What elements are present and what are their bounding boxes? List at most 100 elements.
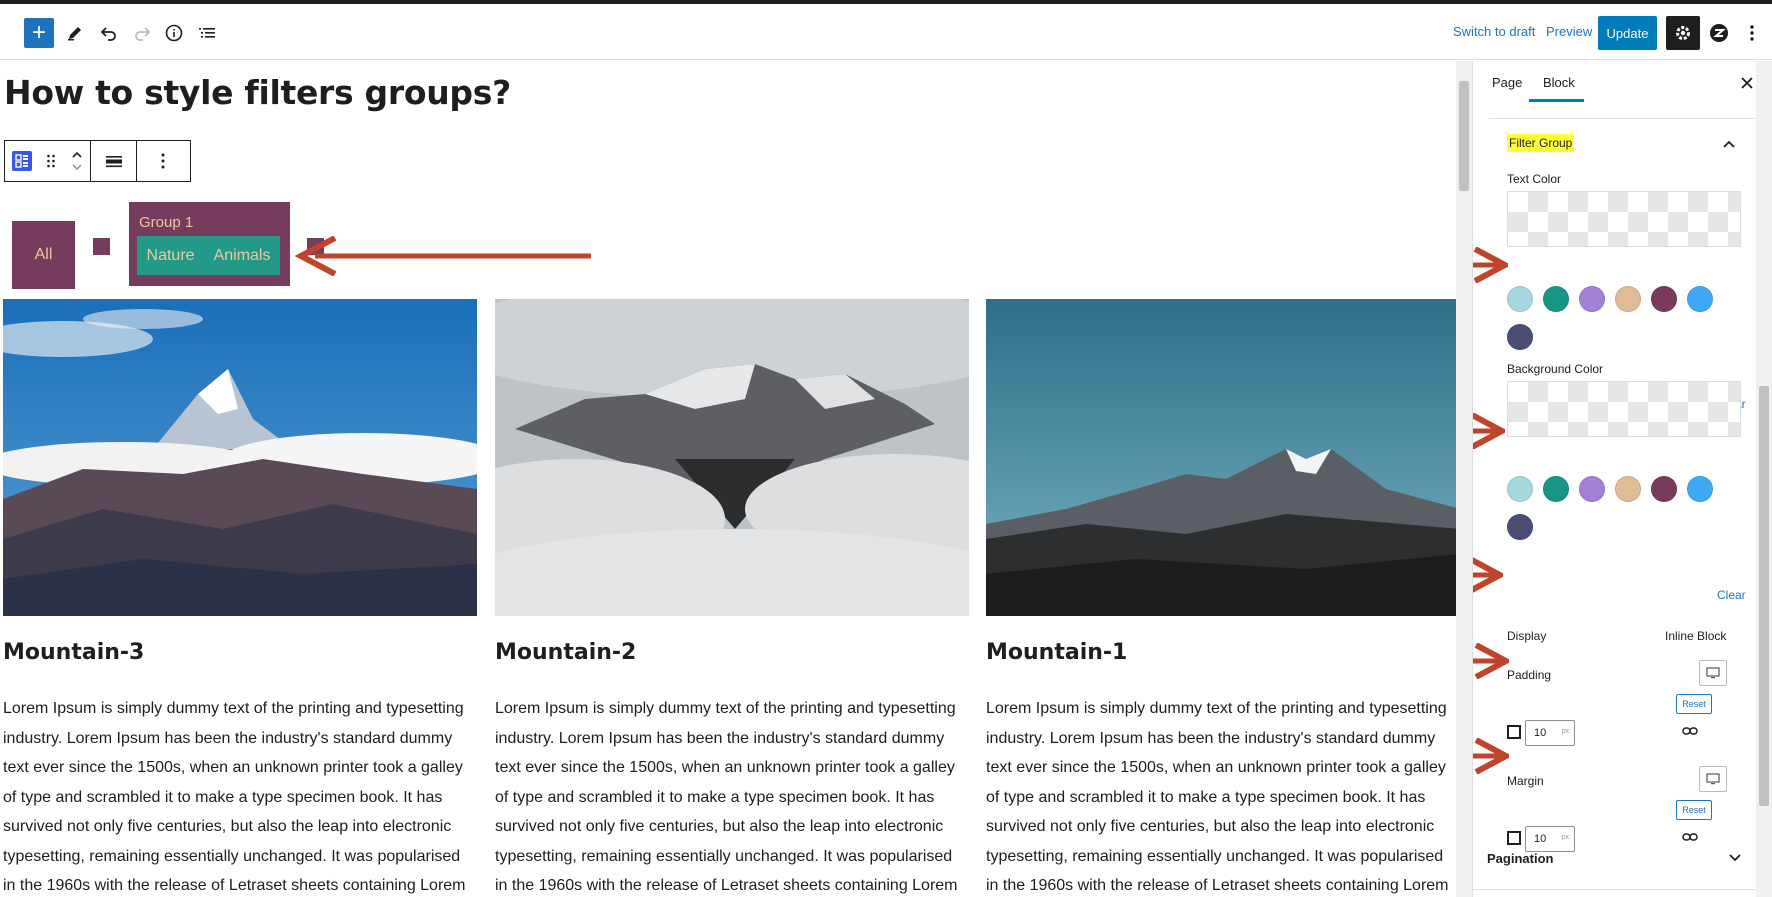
box-sides-icon[interactable] [1507,725,1521,739]
post-excerpt: Lorem Ipsum is simply dummy text of the … [986,700,1449,894]
pagination-panel-title[interactable]: Pagination [1487,851,1553,866]
chevron-up-icon[interactable] [1723,135,1735,151]
color-swatch[interactable] [1651,286,1677,312]
preview-link[interactable]: Preview [1546,24,1592,39]
filter-item-animals[interactable]: Animals [214,247,271,265]
post-card: Mountain-1 Lorem Ipsum is simply dummy t… [986,299,1456,894]
post-card: Mountain-3 Lorem Ipsum is simply dummy t… [3,299,477,894]
annotation-arrow [1473,413,1505,449]
margin-input[interactable]: 10 px [1525,826,1575,852]
filter-separator [93,238,110,255]
post-image[interactable] [3,299,477,616]
link-sides-icon[interactable] [1682,724,1698,742]
color-swatch[interactable] [1651,476,1677,502]
post-excerpt: Lorem Ipsum is simply dummy text of the … [3,700,466,894]
color-swatch[interactable] [1687,286,1713,312]
padding-reset-button[interactable]: Reset [1676,694,1712,714]
switch-to-draft-link[interactable]: Switch to draft [1453,24,1535,39]
post-card: Mountain-2 Lorem Ipsum is simply dummy t… [495,299,969,894]
panel-title[interactable]: Filter Group [1507,134,1575,152]
info-icon[interactable] [161,20,187,46]
settings-button[interactable] [1666,16,1700,50]
margin-reset-button[interactable]: Reset [1676,800,1712,820]
pencil-icon[interactable] [62,20,88,46]
color-swatch[interactable] [1579,476,1605,502]
post-image[interactable] [986,299,1456,616]
add-block-button[interactable]: + [24,18,54,48]
sidebar-scrollbar[interactable] [1756,61,1772,897]
color-swatch[interactable] [1615,286,1641,312]
margin-label: Margin [1507,774,1544,788]
padding-value: 10 [1534,727,1547,739]
background-color-label: Background Color [1507,362,1604,376]
link-sides-icon[interactable] [1682,830,1698,848]
plugin-logo-icon[interactable] [1704,18,1734,48]
gear-icon [1676,26,1690,40]
move-up-down-icon[interactable] [63,141,91,181]
color-swatch[interactable] [1543,286,1569,312]
margin-unit: px [1561,834,1569,841]
color-swatch[interactable] [1543,476,1569,502]
chevron-down-icon[interactable] [1729,849,1741,865]
padding-input[interactable]: 10 px [1525,720,1575,746]
annotation-arrow [1473,738,1509,774]
color-swatch[interactable] [1507,514,1533,540]
filter-group-title: Group 1 [139,214,194,231]
settings-sidebar: Page Block Filter Group Text Color Clear… [1472,61,1772,897]
padding-label: Padding [1507,668,1552,682]
filter-group-items: Nature Animals [137,236,280,275]
block-type-icon[interactable] [5,141,39,181]
desktop-icon[interactable] [1699,766,1727,792]
block-options-icon[interactable] [137,141,189,181]
annotation-arrow [295,236,591,276]
filter-group[interactable]: Group 1 Nature Animals [129,202,290,286]
list-view-icon[interactable] [194,20,220,46]
desktop-icon[interactable] [1699,660,1727,686]
scrollbar-thumb[interactable] [1759,386,1769,806]
annotation-arrow [1473,643,1509,679]
more-options-icon[interactable] [1740,18,1764,48]
text-color-palette [1507,286,1727,350]
drag-handle-icon[interactable] [39,141,63,181]
color-swatch[interactable] [1615,476,1641,502]
color-swatch[interactable] [1579,286,1605,312]
post-image[interactable] [495,299,969,616]
scrollbar-thumb[interactable] [1459,81,1469,191]
background-color-preview[interactable] [1507,381,1741,437]
block-toolbar [4,140,191,182]
color-swatch[interactable] [1507,476,1533,502]
post-title[interactable]: Mountain-2 [495,640,636,665]
post-title[interactable]: Mountain-3 [3,640,144,665]
undo-icon[interactable] [96,20,122,46]
filter-all-button[interactable]: All [12,221,75,289]
tab-block[interactable]: Block [1543,75,1575,90]
color-swatch[interactable] [1507,286,1533,312]
editor-topbar: + Switch to draft Preview Update [0,4,1772,60]
text-color-preview[interactable] [1507,191,1741,247]
sidebar-tabs: Page Block [1473,61,1772,109]
background-color-palette [1507,476,1727,540]
clear-background-color-button[interactable]: Clear [1717,588,1746,602]
box-sides-icon[interactable] [1507,831,1521,845]
page-title[interactable]: How to style filters groups? [4,73,511,112]
editor-scrollbar[interactable] [1456,61,1472,897]
color-swatch[interactable] [1687,476,1713,502]
padding-unit: px [1561,728,1569,735]
annotation-arrow [1473,557,1503,593]
editor-canvas: How to style filters groups? All Group 1… [0,61,1456,897]
filter-item-nature[interactable]: Nature [147,247,195,265]
filter-group-panel: Filter Group Text Color Clear Background… [1473,119,1757,897]
text-color-label: Text Color [1507,172,1562,186]
display-label: Display [1507,629,1547,643]
display-select[interactable]: Inline Block [1665,629,1726,643]
margin-value: 10 [1534,833,1547,845]
post-excerpt: Lorem Ipsum is simply dummy text of the … [495,700,958,894]
color-swatch[interactable] [1507,324,1533,350]
annotation-arrow [1473,247,1508,283]
update-button[interactable]: Update [1598,16,1657,50]
redo-icon[interactable] [129,20,155,46]
post-title[interactable]: Mountain-1 [986,640,1127,665]
divider [1473,889,1757,890]
align-icon[interactable] [91,141,137,181]
tab-page[interactable]: Page [1492,75,1522,90]
